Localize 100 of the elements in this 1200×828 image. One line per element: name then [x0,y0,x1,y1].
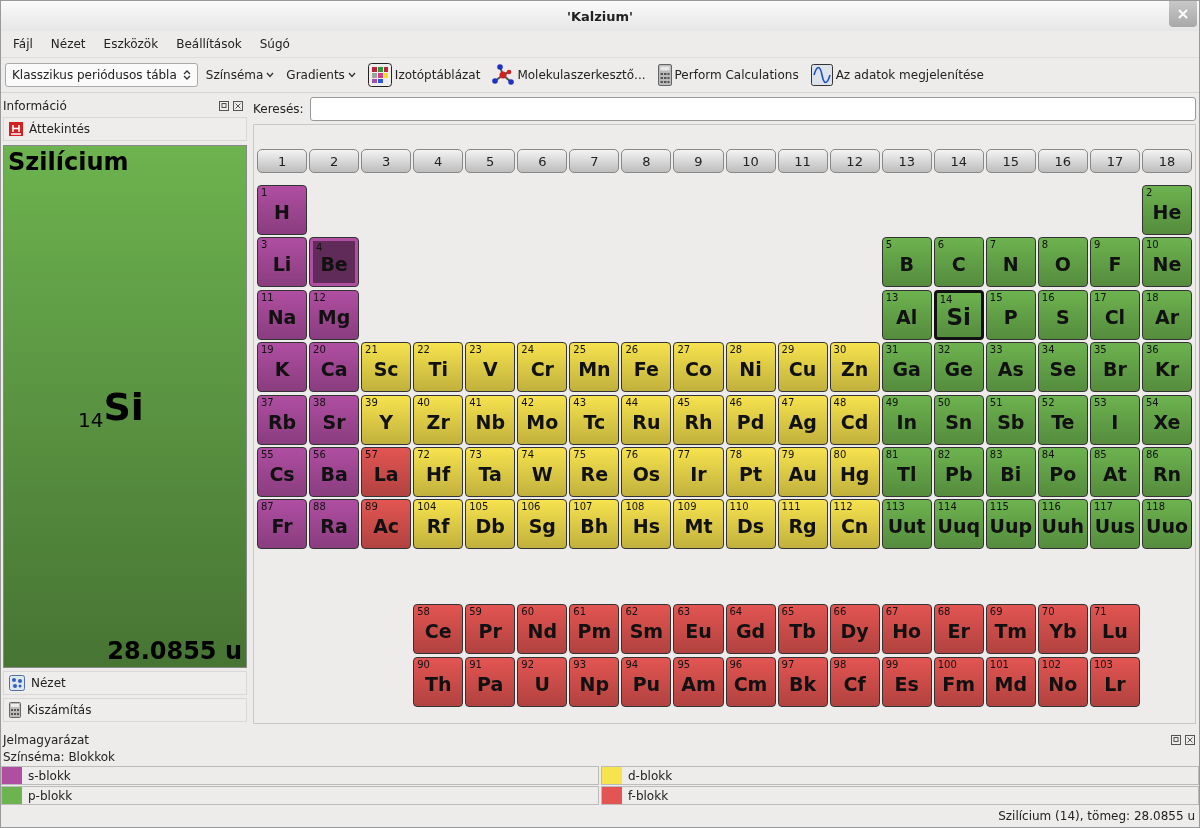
element-tile[interactable]: 21 Sc [361,342,412,393]
element-tile[interactable]: 65 Tb [777,604,828,655]
toolbar-button[interactable]: Izotóptáblázat [363,61,485,89]
element-tile[interactable]: 44 Ru [621,394,672,445]
element-tile[interactable]: 52 Te [1037,394,1088,445]
element-tile[interactable]: 60 Nd [517,604,568,655]
element-tile[interactable]: 7 N [985,237,1036,288]
menu-item[interactable]: Eszközök [103,37,159,51]
element-tile[interactable]: 34 Se [1037,342,1088,393]
element-tile[interactable]: 10 Ne [1141,237,1192,288]
element-tile[interactable]: 84 Po [1037,446,1088,497]
element-tile[interactable]: 91 Pa [465,656,516,707]
element-tile[interactable]: 13 Al [881,289,932,340]
group-header[interactable]: 17 [1089,149,1140,173]
element-tile[interactable]: 78 Pt [725,446,776,497]
element-tile[interactable]: 16 S [1037,289,1088,340]
element-tile[interactable]: 47 Ag [777,394,828,445]
element-tile[interactable]: 2 He [1141,185,1192,235]
element-tile[interactable]: 14 Si [933,289,984,340]
element-tile[interactable]: 88 Ra [309,499,360,550]
toolbar-button[interactable]: Az adatok megjelenítése [806,61,988,89]
element-tile[interactable]: 73 Ta [465,446,516,497]
element-tile[interactable]: 54 Xe [1141,394,1192,445]
element-tile[interactable]: 37 Rb [257,394,308,445]
element-tile[interactable]: 23 V [465,342,516,393]
element-tile[interactable]: 115 Uup [985,499,1036,550]
group-header[interactable]: 9 [673,149,724,173]
element-tile[interactable]: 6 C [933,237,984,288]
element-tile[interactable]: 15 P [985,289,1036,340]
element-tile[interactable]: 116 Uuh [1037,499,1088,550]
close-icon[interactable] [1185,735,1195,745]
element-tile[interactable]: 105 Db [465,499,516,550]
element-tile[interactable]: 32 Ge [933,342,984,393]
element-tile[interactable]: 110 Ds [725,499,776,550]
element-tile[interactable]: 109 Mt [673,499,724,550]
element-tile[interactable]: 59 Pr [465,604,516,655]
element-tile[interactable]: 82 Pb [933,446,984,497]
element-tile[interactable]: 96 Cm [725,656,776,707]
element-tile[interactable]: 107 Bh [569,499,620,550]
element-tile[interactable]: 36 Kr [1141,342,1192,393]
element-tile[interactable]: 40 Zr [413,394,464,445]
element-tile[interactable]: 117 Uus [1089,499,1140,550]
group-header[interactable]: 11 [777,149,828,173]
element-tile[interactable]: 57 La [361,446,412,497]
element-tile[interactable]: 62 Sm [621,604,672,655]
float-icon[interactable] [1171,735,1181,745]
element-tile[interactable]: 72 Hf [413,446,464,497]
element-tile[interactable]: 3 Li [257,237,308,288]
group-header[interactable]: 8 [621,149,672,173]
element-tile[interactable]: 74 W [517,446,568,497]
element-tile[interactable]: 11 Na [257,289,308,340]
group-header[interactable]: 15 [985,149,1036,173]
element-tile[interactable]: 8 O [1037,237,1088,288]
element-tile[interactable]: 20 Ca [309,342,360,393]
element-tile[interactable]: 86 Rn [1141,446,1192,497]
element-tile[interactable]: 24 Cr [517,342,568,393]
element-tile[interactable]: 108 Hs [621,499,672,550]
element-tile[interactable]: 22 Ti [413,342,464,393]
element-tile[interactable]: 31 Ga [881,342,932,393]
element-tile[interactable]: 90 Th [413,656,464,707]
element-tile[interactable]: 81 Tl [881,446,932,497]
element-tile[interactable]: 33 As [985,342,1036,393]
element-tile[interactable]: 63 Eu [673,604,724,655]
element-tile[interactable]: 70 Yb [1037,604,1088,655]
element-tile[interactable]: 85 At [1089,446,1140,497]
element-tile[interactable]: 61 Pm [569,604,620,655]
element-tile[interactable]: 111 Rg [777,499,828,550]
element-tile[interactable]: 66 Dy [829,604,880,655]
element-tile[interactable]: 75 Re [569,446,620,497]
group-header[interactable]: 12 [829,149,880,173]
table-type-dropdown[interactable]: Klasszikus periódusos tábla [5,63,198,87]
element-tile[interactable]: 77 Ir [673,446,724,497]
menu-item[interactable]: Fájl [13,37,33,51]
float-icon[interactable] [219,101,229,111]
search-field[interactable] [309,97,1196,121]
element-tile[interactable]: 92 U [517,656,568,707]
element-tile[interactable]: 89 Ac [361,499,412,550]
element-tile[interactable]: 69 Tm [985,604,1036,655]
element-tile[interactable]: 25 Mn [569,342,620,393]
element-tile[interactable]: 42 Mo [517,394,568,445]
group-header[interactable]: 2 [309,149,360,173]
element-tile[interactable]: 64 Gd [725,604,776,655]
element-tile[interactable]: 26 Fe [621,342,672,393]
group-header[interactable]: 5 [465,149,516,173]
menu-item[interactable]: Beállítások [176,37,242,51]
element-tile[interactable]: 46 Pd [725,394,776,445]
section-tab[interactable]: Kiszámítás [3,698,247,722]
element-tile[interactable]: 43 Tc [569,394,620,445]
element-tile[interactable]: 45 Rh [673,394,724,445]
element-tile[interactable]: 58 Ce [413,604,464,655]
group-header[interactable]: 7 [569,149,620,173]
element-tile[interactable]: 17 Cl [1089,289,1140,340]
element-tile[interactable]: 48 Cd [829,394,880,445]
element-tile[interactable]: 97 Bk [777,656,828,707]
element-tile[interactable]: 53 I [1089,394,1140,445]
menu-item[interactable]: Nézet [50,37,86,51]
element-tile[interactable]: 41 Nb [465,394,516,445]
element-tile[interactable]: 102 No [1037,656,1088,707]
element-tile[interactable]: 118 Uuo [1141,499,1192,550]
element-tile[interactable]: 68 Er [933,604,984,655]
